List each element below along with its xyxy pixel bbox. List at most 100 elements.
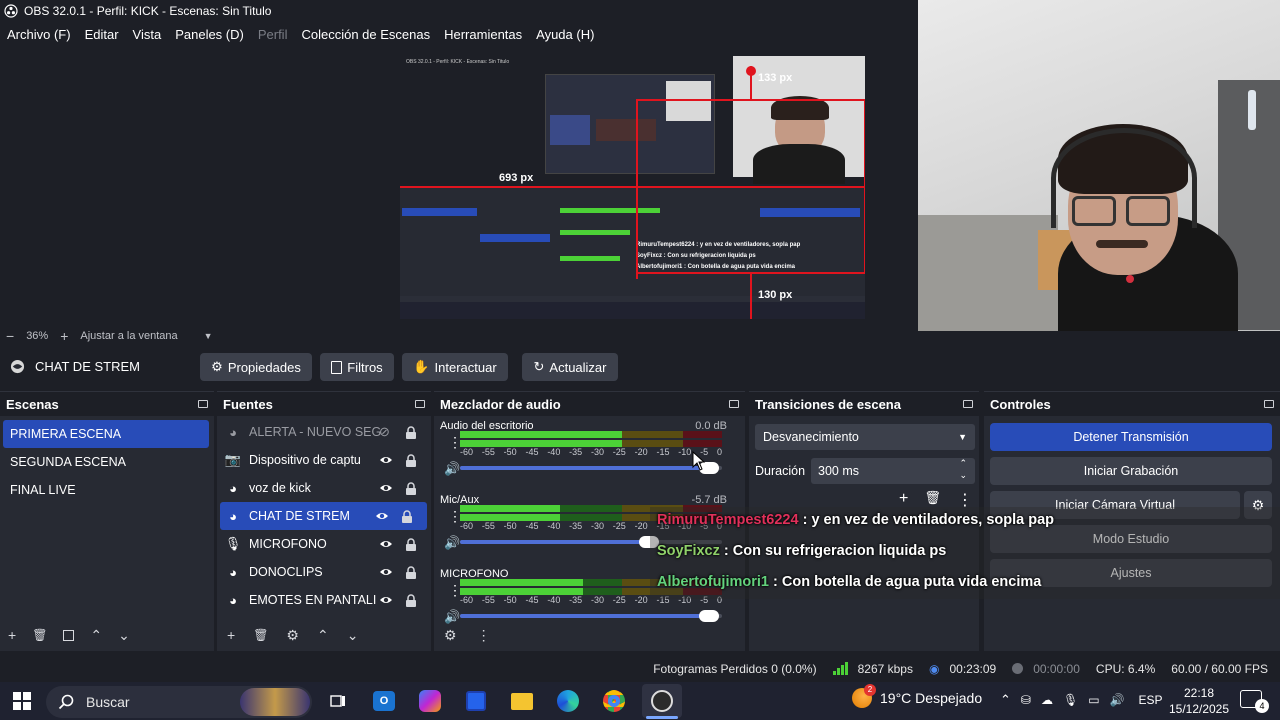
source-item[interactable]: ◕ ALERTA - NUEVO SEG ⊘ bbox=[217, 418, 431, 446]
eye-icon[interactable] bbox=[375, 509, 389, 523]
chevron-up-icon[interactable]: ⌃ bbox=[1000, 692, 1011, 708]
lock-icon[interactable] bbox=[405, 453, 417, 467]
zoom-in-button[interactable]: + bbox=[60, 328, 68, 344]
outlook-icon[interactable]: O bbox=[370, 687, 398, 715]
task-view-icon[interactable] bbox=[324, 687, 352, 715]
add-icon[interactable]: + bbox=[8, 627, 16, 643]
tick-label: -45 bbox=[525, 595, 539, 605]
mute-speaker-icon[interactable]: 🔊 bbox=[444, 461, 460, 477]
interact-button[interactable]: ✋ Interactuar bbox=[402, 353, 508, 381]
undock-icon[interactable] bbox=[963, 400, 973, 408]
undock-icon[interactable] bbox=[198, 400, 208, 408]
system-tray: ⌃ ⛁ ☁ 🎙 ▭ 🔊 ESP bbox=[1000, 692, 1163, 708]
duration-input[interactable]: 300 ms ⌃ ⌄ bbox=[811, 458, 975, 484]
filters-button[interactable]: Filtros bbox=[320, 353, 394, 381]
menu-editar[interactable]: Editar bbox=[85, 27, 119, 42]
scene-item[interactable]: SEGUNDA ESCENA bbox=[0, 448, 214, 476]
chat-message: Albertofujimori1 : Con botella de agua p… bbox=[657, 574, 1041, 590]
file-explorer-icon[interactable] bbox=[508, 687, 536, 715]
chevron-down-icon: ▼ bbox=[958, 432, 967, 442]
edge-icon[interactable] bbox=[554, 687, 582, 715]
notification-icon[interactable]: 4 bbox=[1240, 690, 1269, 713]
eye-icon[interactable] bbox=[379, 453, 393, 467]
undock-icon[interactable] bbox=[1264, 400, 1274, 408]
lock-icon[interactable] bbox=[401, 509, 413, 523]
taskbar-search[interactable]: Buscar bbox=[46, 686, 312, 718]
source-item-selected[interactable]: ◕ CHAT DE STREM bbox=[220, 502, 427, 530]
move-up-icon[interactable]: ⌃ bbox=[90, 627, 102, 644]
hidden-eye-icon[interactable]: ⊘ bbox=[379, 425, 393, 439]
scene-item[interactable]: PRIMERA ESCENA bbox=[3, 420, 209, 448]
nested-chat: RimuruTempest6224 : y en vez de ventilad… bbox=[636, 242, 801, 270]
advanced-audio-icon[interactable]: ⚙ bbox=[444, 627, 457, 644]
menu-archivo[interactable]: Archivo (F) bbox=[7, 27, 71, 42]
stop-stream-button[interactable]: Detener Transmisión bbox=[990, 423, 1272, 451]
eye-icon[interactable] bbox=[379, 593, 393, 607]
start-recording-button[interactable]: Iniciar Grabación bbox=[990, 457, 1272, 485]
cloud-icon[interactable]: ☁ bbox=[1041, 693, 1053, 707]
obs-taskbar-icon[interactable] bbox=[642, 684, 682, 718]
undock-icon[interactable] bbox=[729, 400, 739, 408]
language-indicator[interactable]: ESP bbox=[1139, 693, 1163, 707]
menu-ayuda[interactable]: Ayuda (H) bbox=[536, 27, 594, 42]
hand-icon: ✋ bbox=[413, 359, 430, 374]
trash-icon[interactable]: 🗑 bbox=[253, 628, 268, 642]
volume-slider[interactable] bbox=[460, 610, 722, 622]
scene-filters-icon[interactable] bbox=[63, 629, 75, 641]
menu-vista[interactable]: Vista bbox=[133, 27, 162, 42]
spin-down-icon[interactable]: ⌄ bbox=[959, 470, 967, 481]
lock-icon[interactable] bbox=[405, 565, 417, 579]
sources-title-bar: Fuentes bbox=[217, 392, 431, 416]
transition-select[interactable]: Desvanecimiento ▼ bbox=[755, 424, 975, 450]
add-icon[interactable]: + bbox=[227, 627, 235, 643]
bitrate: 8267 kbps bbox=[857, 661, 913, 676]
volume-slider[interactable] bbox=[460, 462, 722, 474]
source-item[interactable]: 🎙 MICROFONO bbox=[217, 530, 431, 558]
search-highlight-image bbox=[240, 688, 310, 716]
glasses-left bbox=[1072, 196, 1116, 226]
gear-icon[interactable]: ⚙ bbox=[286, 627, 299, 644]
lock-icon[interactable] bbox=[405, 593, 417, 607]
current-source-name: CHAT DE STREM bbox=[35, 359, 140, 374]
network-icon[interactable]: ▭ bbox=[1088, 693, 1099, 707]
menu-paneles[interactable]: Paneles (D) bbox=[175, 27, 244, 42]
volume-icon[interactable]: 🔊 bbox=[1110, 693, 1125, 707]
menu-coleccion-escenas[interactable]: Colección de Escenas bbox=[301, 27, 430, 42]
microphone-icon[interactable]: 🎙 bbox=[1063, 693, 1078, 707]
chrome-icon[interactable] bbox=[600, 687, 628, 715]
lock-icon[interactable] bbox=[405, 537, 417, 551]
meet-now-icon[interactable]: ⛁ bbox=[1021, 693, 1031, 707]
clock[interactable]: 22:18 15/12/2025 bbox=[1164, 685, 1234, 717]
more-options-icon[interactable]: ⋮ bbox=[477, 627, 491, 644]
zoom-dropdown-icon[interactable]: ▼ bbox=[204, 331, 213, 341]
refresh-button[interactable]: ↻ Actualizar bbox=[522, 353, 618, 381]
weather-widget[interactable]: 2 19°C Despejado bbox=[852, 684, 982, 708]
eye-icon[interactable] bbox=[379, 565, 393, 579]
zoom-fit-label[interactable]: Ajustar a la ventana bbox=[80, 330, 177, 342]
eye-icon[interactable] bbox=[379, 481, 393, 495]
scene-item[interactable]: FINAL LIVE bbox=[0, 476, 214, 504]
trash-icon[interactable]: 🗑 bbox=[32, 628, 47, 642]
move-down-icon[interactable]: ⌄ bbox=[347, 627, 359, 644]
move-down-icon[interactable]: ⌄ bbox=[118, 627, 130, 644]
lock-icon[interactable] bbox=[405, 425, 417, 439]
zoom-out-button[interactable]: − bbox=[6, 328, 14, 344]
menu-herramientas[interactable]: Herramientas bbox=[444, 27, 522, 42]
source-item[interactable]: ◕ EMOTES EN PANTALI bbox=[217, 586, 431, 614]
store-icon[interactable] bbox=[462, 687, 490, 715]
copilot-icon[interactable] bbox=[416, 687, 444, 715]
source-item[interactable]: 📷 Dispositivo de captu bbox=[217, 446, 431, 474]
spin-up-icon[interactable]: ⌃ bbox=[959, 458, 967, 469]
undock-icon[interactable] bbox=[415, 400, 425, 408]
menu-perfil[interactable]: Perfil bbox=[258, 27, 288, 42]
eye-icon[interactable] bbox=[379, 537, 393, 551]
source-item[interactable]: ◕ DONOCLIPS bbox=[217, 558, 431, 586]
lock-icon[interactable] bbox=[405, 481, 417, 495]
tick-label: -60 bbox=[460, 447, 474, 457]
move-up-icon[interactable]: ⌃ bbox=[317, 627, 329, 644]
mute-speaker-icon[interactable]: 🔊 bbox=[444, 535, 460, 551]
zoom-value: 36% bbox=[26, 330, 49, 342]
properties-button[interactable]: ⚙ Propiedades bbox=[200, 353, 312, 381]
windows-start-icon[interactable] bbox=[8, 687, 36, 715]
source-item[interactable]: ◕ voz de kick bbox=[217, 474, 431, 502]
